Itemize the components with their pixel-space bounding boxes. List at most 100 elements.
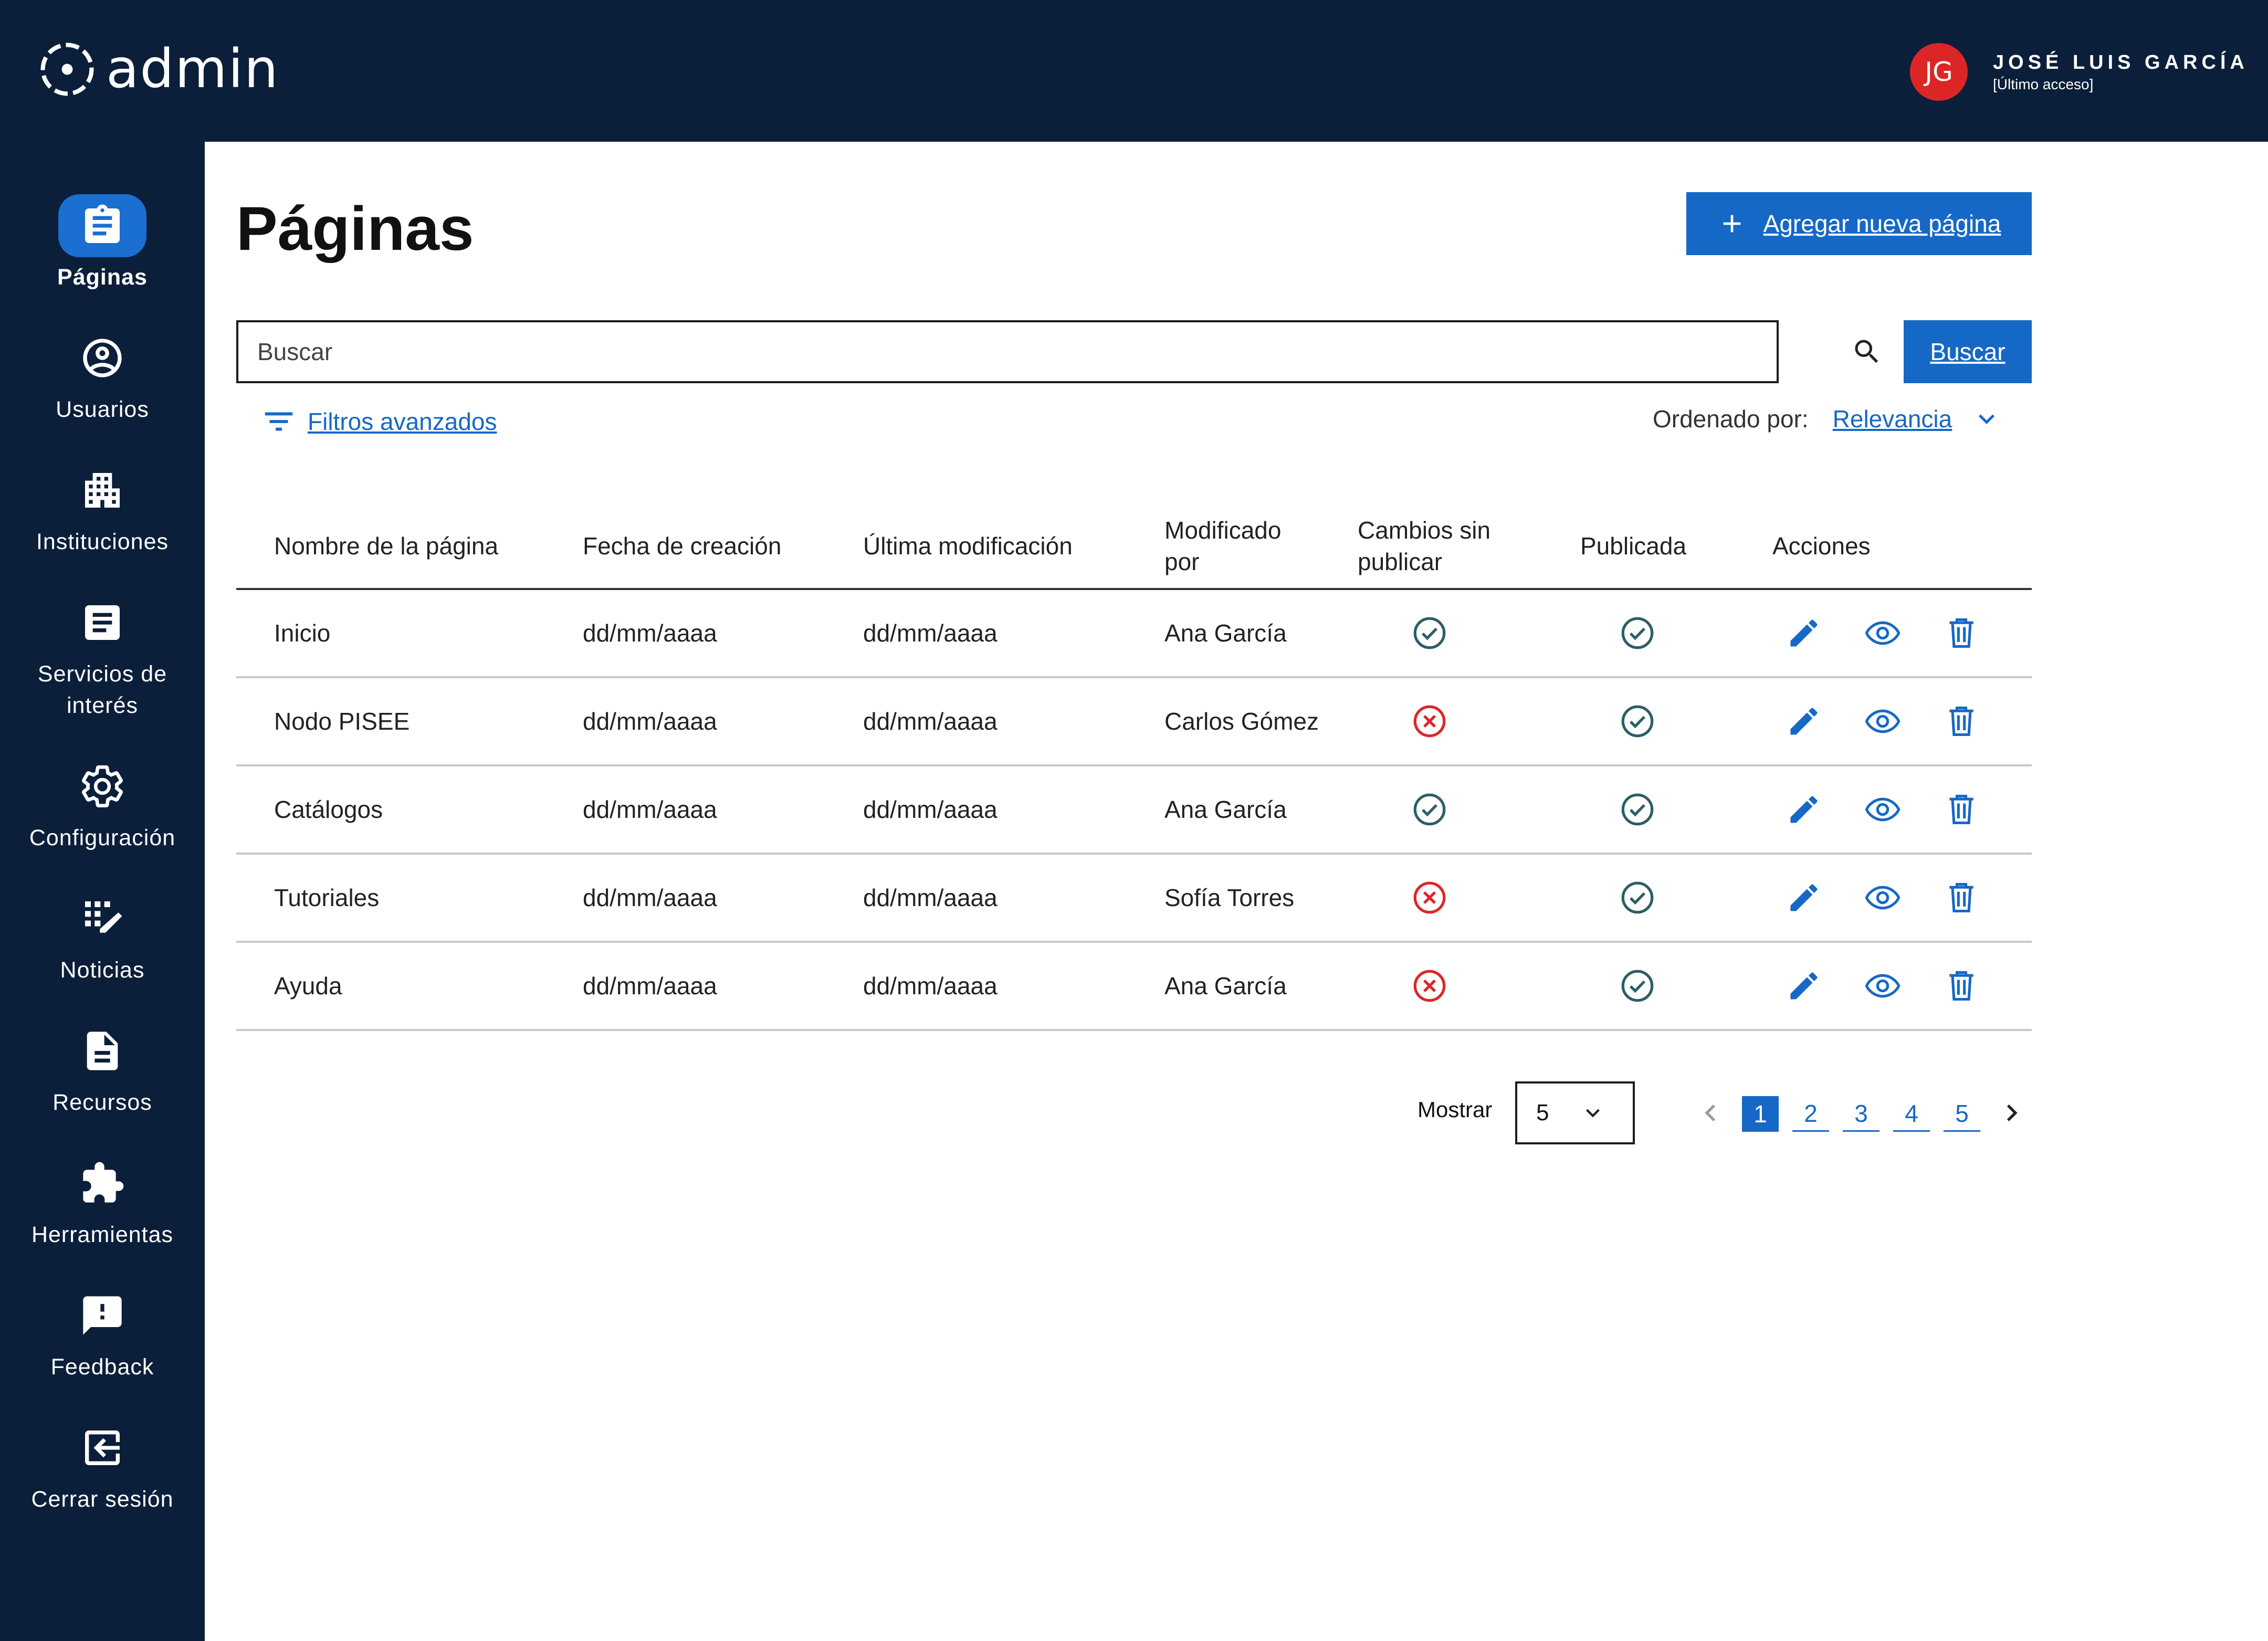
sidebar-item-label: Feedback: [50, 1354, 154, 1380]
sidebar-item-noticias[interactable]: Noticias: [0, 887, 205, 986]
trash-icon[interactable]: [1944, 703, 1979, 739]
cell-created: dd/mm/aaaa: [583, 619, 717, 647]
search-button[interactable]: Buscar: [1904, 320, 2032, 383]
edit-icon[interactable]: [1786, 615, 1822, 651]
header-modified: Última modificación: [863, 532, 1073, 560]
sidebar-item-label: Noticias: [60, 958, 145, 983]
sort-control[interactable]: Ordenado por: Relevancia: [1653, 403, 2002, 435]
sidebar: Páginas Usuarios Instituciones Servicios…: [0, 142, 205, 1641]
sidebar-item-label: Cerrar sesión: [31, 1487, 174, 1512]
user-name: JOSÉ LUIS GARCÍA: [1993, 51, 2249, 73]
cell-created: dd/mm/aaaa: [583, 884, 717, 911]
sidebar-item-usuarios[interactable]: Usuarios: [0, 327, 205, 425]
trash-icon[interactable]: [1944, 615, 1979, 651]
sort-label: Ordenado por:: [1653, 405, 1809, 433]
check-circle-icon: [1413, 793, 1446, 826]
eye-icon[interactable]: [1865, 703, 1900, 739]
advanced-filters-label: Filtros avanzados: [308, 408, 497, 435]
search-input[interactable]: [238, 322, 1708, 381]
advanced-filters-link[interactable]: Filtros avanzados: [260, 403, 497, 440]
filter-icon: [265, 412, 293, 431]
sidebar-item-recursos[interactable]: Recursos: [0, 1019, 205, 1118]
cell-modified: dd/mm/aaaa: [863, 796, 998, 823]
sidebar-item-herramientas[interactable]: Herramientas: [0, 1152, 205, 1250]
check-circle-icon: [1413, 617, 1446, 649]
x-circle-icon: [1413, 705, 1446, 738]
page-3[interactable]: 3: [1843, 1096, 1880, 1132]
eye-icon[interactable]: [1865, 615, 1900, 651]
table-row: Inicio dd/mm/aaaa dd/mm/aaaa Ana García: [236, 590, 2032, 678]
add-page-button-label: Agregar nueva página: [1763, 210, 2001, 237]
header-unpublished-changes: Cambios sin publicar: [1358, 517, 1491, 575]
table-row: Tutoriales dd/mm/aaaa dd/mm/aaaa Sofía T…: [236, 855, 2032, 943]
sidebar-item-servicios[interactable]: Servicios de interés: [0, 591, 205, 721]
clipboard-icon: [85, 204, 120, 243]
feedback-icon: [83, 1296, 122, 1335]
sort-value[interactable]: Relevancia: [1833, 405, 1952, 433]
header-actions: Acciones: [1772, 532, 1871, 560]
cell-name: Catálogos: [274, 796, 383, 823]
search-icon[interactable]: [1851, 336, 1883, 367]
cell-name: Ayuda: [274, 972, 342, 1000]
user-menu[interactable]: JG JOSÉ LUIS GARCÍA [Último acceso]: [1910, 43, 2249, 101]
cell-modified-by: Carlos Gómez: [1164, 708, 1319, 735]
edit-icon[interactable]: [1786, 880, 1822, 916]
chevron-down-icon: [1586, 1109, 1600, 1118]
app-logo[interactable]: admin: [37, 39, 279, 100]
edit-icon[interactable]: [1786, 968, 1822, 1004]
document-icon: [87, 1032, 118, 1070]
chevron-left-icon[interactable]: [1694, 1096, 1727, 1130]
page-4[interactable]: 4: [1893, 1096, 1930, 1132]
page-1[interactable]: 1: [1742, 1096, 1779, 1132]
cell-created: dd/mm/aaaa: [583, 796, 717, 823]
eye-icon[interactable]: [1865, 792, 1900, 827]
cell-name: Tutoriales: [274, 884, 380, 911]
table-row: Nodo PISEE dd/mm/aaaa dd/mm/aaaa Carlos …: [236, 678, 2032, 766]
gear-icon: [82, 765, 123, 807]
trash-icon[interactable]: [1944, 968, 1979, 1004]
pages-table: Nombre de la página Fecha de creación Úl…: [236, 504, 2032, 1031]
eye-icon[interactable]: [1865, 968, 1900, 1004]
sidebar-item-instituciones[interactable]: Instituciones: [0, 459, 205, 557]
top-bar: admin JG JOSÉ LUIS GARCÍA [Último acceso…: [0, 0, 2268, 142]
last-access: [Último acceso]: [1993, 76, 2094, 92]
sidebar-item-label: Recursos: [52, 1090, 152, 1115]
cell-name: Nodo PISEE: [274, 708, 410, 735]
page-2[interactable]: 2: [1792, 1096, 1829, 1132]
cell-modified-by: Ana García: [1164, 796, 1287, 823]
chevron-right-icon[interactable]: [1995, 1096, 2029, 1130]
check-circle-icon: [1621, 970, 1654, 1002]
sidebar-item-feedback[interactable]: Feedback: [0, 1284, 205, 1383]
cell-modified: dd/mm/aaaa: [863, 619, 998, 647]
check-circle-icon: [1621, 881, 1654, 914]
search-box: [236, 320, 1779, 383]
trash-icon[interactable]: [1944, 792, 1979, 827]
edit-icon[interactable]: [1786, 703, 1822, 739]
page-5[interactable]: 5: [1944, 1096, 1980, 1132]
header-name: Nombre de la página: [274, 532, 499, 560]
add-page-button[interactable]: Agregar nueva página: [1686, 192, 2032, 255]
trash-icon[interactable]: [1944, 880, 1979, 916]
eye-icon[interactable]: [1865, 880, 1900, 916]
page-size-select[interactable]: 5: [1515, 1081, 1635, 1144]
cell-modified-by: Sofía Torres: [1164, 884, 1295, 911]
edit-icon[interactable]: [1786, 792, 1822, 827]
table-header: Nombre de la página Fecha de creación Úl…: [236, 504, 2032, 590]
sidebar-item-configuracion[interactable]: Configuración: [0, 755, 205, 854]
puzzle-icon: [83, 1162, 124, 1203]
chevron-down-icon[interactable]: [1971, 403, 2002, 435]
sidebar-item-cerrar-sesion[interactable]: Cerrar sesión: [0, 1416, 205, 1515]
x-circle-icon: [1413, 881, 1446, 914]
sidebar-item-label: Instituciones: [36, 529, 169, 554]
article-icon: [85, 605, 120, 640]
user-info: JOSÉ LUIS GARCÍA [Último acceso]: [1993, 51, 2249, 93]
header-modified-by: Modificado por: [1164, 517, 1282, 575]
cell-created: dd/mm/aaaa: [583, 708, 717, 735]
sidebar-item-paginas[interactable]: Páginas: [0, 194, 205, 293]
header-created: Fecha de creación: [583, 532, 782, 560]
logo-text: admin: [106, 38, 279, 100]
cell-modified: dd/mm/aaaa: [863, 884, 998, 911]
header-published: Publicada: [1580, 532, 1687, 560]
check-circle-icon: [1621, 705, 1654, 738]
user-circle-icon: [83, 339, 122, 377]
